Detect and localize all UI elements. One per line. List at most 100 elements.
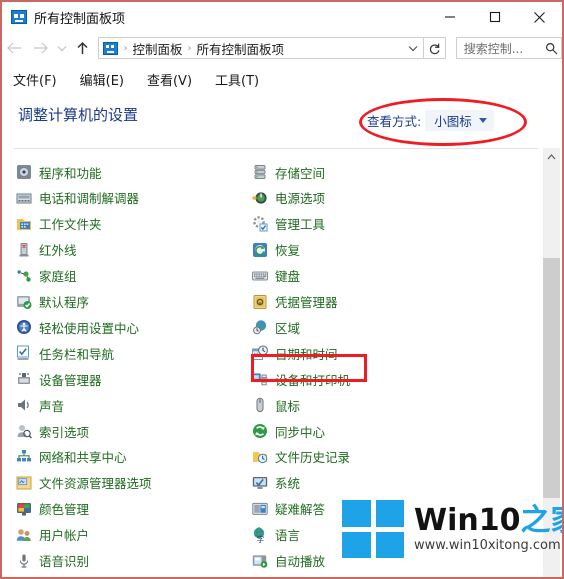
control-panel-icon xyxy=(11,10,27,24)
control-panel-item[interactable]: 颜色管理 xyxy=(16,499,89,519)
control-panel-item-label: 程序和功能 xyxy=(39,165,102,181)
user-accounts-icon xyxy=(16,527,32,543)
control-panel-item[interactable]: 索引选项 xyxy=(16,421,89,441)
title-bar: 所有控制面板项 xyxy=(2,2,562,32)
watermark-brand: Win10 xyxy=(414,503,521,539)
control-panel-item-label: 文件资源管理器选项 xyxy=(39,476,152,492)
control-panel-item[interactable]: 任务栏和导航 xyxy=(16,343,114,363)
address-bar[interactable]: › 控制面板 › 所有控制面板项 xyxy=(98,37,425,59)
control-panel-item[interactable]: 键盘 xyxy=(252,266,300,286)
recovery-icon xyxy=(252,242,268,258)
history-chevron-icon[interactable] xyxy=(53,33,70,63)
date-time-icon xyxy=(252,345,268,361)
taskbar-navigation-icon xyxy=(16,345,32,361)
control-panel-item[interactable]: 管理工具 xyxy=(252,214,325,234)
search-input[interactable]: 搜索控制... xyxy=(455,37,562,59)
storage-spaces-icon xyxy=(252,164,268,180)
control-panel-item[interactable]: 语音识别 xyxy=(16,551,89,571)
control-panel-item[interactable]: 疑难解答 xyxy=(252,499,325,519)
control-panel-item-label: 凭据管理器 xyxy=(275,295,338,310)
control-panel-item[interactable]: 轻松使用设置中心 xyxy=(16,317,139,337)
forward-arrow-icon[interactable] xyxy=(28,33,54,63)
control-panel-item-label: 设备和打印机 xyxy=(275,372,351,388)
control-panel-item[interactable]: 自动播放 xyxy=(252,551,325,571)
control-panel-item-label: 网络和共享中心 xyxy=(39,450,127,466)
back-arrow-icon[interactable] xyxy=(2,33,28,63)
control-panel-item[interactable]: 系统 xyxy=(252,473,300,493)
up-arrow-icon[interactable] xyxy=(70,33,96,63)
control-panel-item[interactable]: 家庭组 xyxy=(16,266,77,286)
control-panel-item-label: 用户帐户 xyxy=(39,528,90,544)
maximize-icon[interactable] xyxy=(472,2,517,32)
search-icon[interactable] xyxy=(541,42,561,55)
control-panel-item[interactable]: 电话和调制解调器 xyxy=(16,188,139,208)
control-panel-item-label: 红外线 xyxy=(39,243,77,259)
chevron-down-icon[interactable] xyxy=(403,45,423,52)
control-panel-item[interactable]: 网络和共享中心 xyxy=(16,447,127,467)
menu-item-view[interactable]: 查看(V) xyxy=(147,70,192,89)
control-panel-item-label: 语音识别 xyxy=(39,554,90,569)
close-icon[interactable] xyxy=(517,2,562,32)
control-panel-item[interactable]: 设备管理器 xyxy=(16,369,102,389)
control-panel-item[interactable]: 鼠标 xyxy=(252,395,300,415)
control-panel-item-label: 设备管理器 xyxy=(39,372,102,388)
minimize-icon[interactable] xyxy=(427,2,472,32)
page-title: 调整计算机的设置 xyxy=(18,106,139,124)
keyboard-icon xyxy=(252,268,268,284)
view-by-control: 查看方式: 小图标 xyxy=(367,110,494,131)
menu-item-file[interactable]: 文件(F) xyxy=(13,70,57,89)
ease-of-access-icon xyxy=(16,319,32,335)
control-panel-item-label: 日期和时间 xyxy=(275,346,338,362)
breadcrumb-separator: › xyxy=(187,42,192,54)
control-panel-item[interactable]: 文件资源管理器选项 xyxy=(16,473,152,493)
scroll-up-icon[interactable] xyxy=(543,148,560,165)
language-icon: 字 xyxy=(252,526,268,544)
control-panel-item[interactable]: 电源选项 xyxy=(252,188,325,208)
control-panel-item[interactable]: 默认程序 xyxy=(16,292,89,312)
control-panel-item[interactable]: 区域 xyxy=(252,317,300,337)
control-panel-item[interactable]: 文件历史记录 xyxy=(252,447,350,467)
control-panel-item[interactable]: 恢复 xyxy=(252,240,300,260)
chevron-down-icon xyxy=(478,118,487,123)
watermark-url: www.win10xitong.com xyxy=(414,537,561,553)
indexing-options-icon xyxy=(16,423,32,439)
credential-manager-icon xyxy=(252,294,268,310)
control-panel-item[interactable]: 存储空间 xyxy=(252,162,325,182)
system-icon xyxy=(252,475,268,491)
control-panel-item-label: 文件历史记录 xyxy=(275,450,351,466)
view-by-dropdown[interactable]: 小图标 xyxy=(425,110,494,131)
devices-printers-icon xyxy=(252,371,268,387)
windows-logo-icon xyxy=(342,500,404,558)
control-panel-item-label: 恢复 xyxy=(275,243,301,259)
menu-item-edit[interactable]: 编辑(E) xyxy=(80,70,124,89)
watermark: Win10之家 www.win10xitong.com xyxy=(342,494,562,564)
sound-icon xyxy=(16,397,32,413)
control-panel-item[interactable]: 凭据管理器 xyxy=(252,292,338,312)
control-panel-item[interactable]: 日期和时间 xyxy=(252,343,338,363)
control-panel-item[interactable]: 工作文件夹 xyxy=(16,214,102,234)
control-panel-item[interactable]: 同步中心 xyxy=(252,421,325,441)
scrollbar-thumb[interactable] xyxy=(543,258,560,498)
control-panel-item-label: 声音 xyxy=(39,398,65,414)
window-controls xyxy=(427,2,562,32)
control-panel-item[interactable]: 红外线 xyxy=(16,240,77,260)
default-programs-icon xyxy=(16,294,32,310)
control-panel-item[interactable]: 声音 xyxy=(16,395,64,415)
breadcrumb-item-all-items[interactable]: 所有控制面板项 xyxy=(196,39,284,58)
control-panel-item[interactable]: 字 语言 xyxy=(252,525,300,545)
svg-text:字: 字 xyxy=(257,534,265,543)
sync-center-icon xyxy=(252,423,268,439)
control-panel-item-label: 存储空间 xyxy=(275,165,326,181)
control-panel-item[interactable]: 设备和打印机 xyxy=(252,369,350,389)
breadcrumb-item-control-panel[interactable]: 控制面板 xyxy=(132,39,182,58)
control-panel-item[interactable]: 程序和功能 xyxy=(16,162,102,182)
autoplay-icon xyxy=(252,553,268,569)
view-by-label: 查看方式: xyxy=(367,114,422,129)
control-panel-item[interactable]: 用户帐户 xyxy=(16,525,89,545)
header-divider xyxy=(14,148,538,149)
control-panel-item-label: 家庭组 xyxy=(39,269,77,285)
menu-item-tools[interactable]: 工具(T) xyxy=(215,70,259,89)
control-panel-item-label: 颜色管理 xyxy=(39,502,90,518)
region-icon xyxy=(252,319,268,335)
refresh-icon[interactable] xyxy=(424,37,446,59)
